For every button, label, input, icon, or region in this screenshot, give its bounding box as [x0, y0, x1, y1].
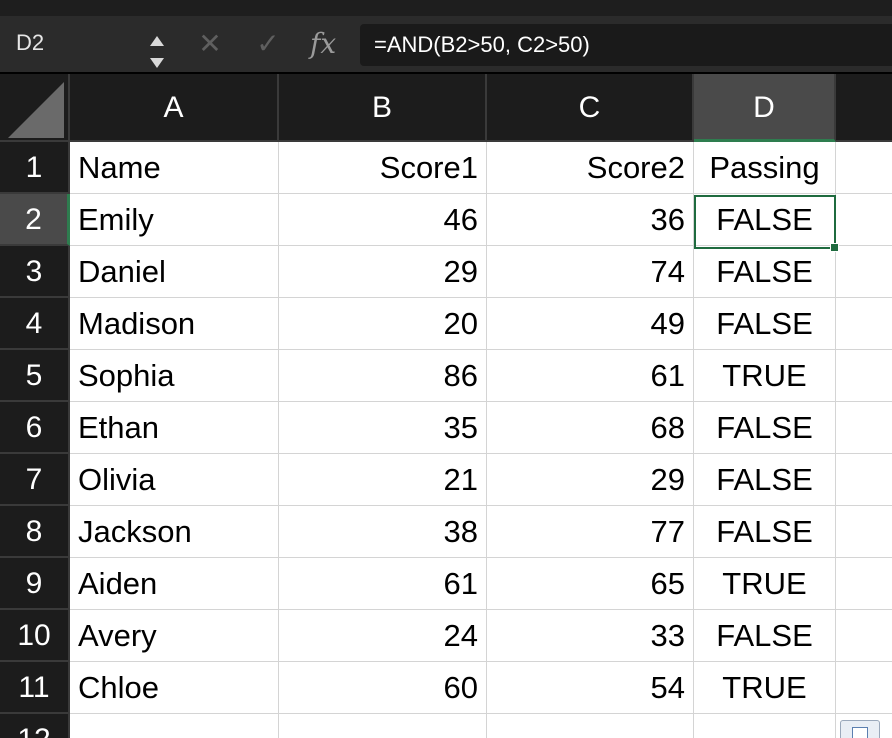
cell-d5[interactable]: TRUE: [694, 350, 836, 402]
cell-d3[interactable]: FALSE: [694, 246, 836, 298]
column-header-b[interactable]: B: [279, 74, 487, 142]
spreadsheet-grid[interactable]: ABCD 1 Name Score1 Score2 Passing 2 Emily 46 36 F…: [0, 74, 892, 738]
cell-d11[interactable]: TRUE: [694, 662, 836, 714]
chevron-down-icon[interactable]: [150, 58, 164, 68]
row-header-1[interactable]: 1: [0, 142, 70, 194]
cell-a1[interactable]: Name: [70, 142, 279, 194]
cell-e2[interactable]: [836, 194, 892, 246]
cell-c8[interactable]: 77: [487, 506, 694, 558]
cell-b4[interactable]: 20: [279, 298, 487, 350]
formula-text[interactable]: =AND(B2>50, C2>50): [374, 32, 590, 58]
cell-a9[interactable]: Aiden: [70, 558, 279, 610]
cell-d7[interactable]: FALSE: [694, 454, 836, 506]
cell-c10[interactable]: 33: [487, 610, 694, 662]
row-header-2[interactable]: 2: [0, 194, 70, 246]
cell-c7[interactable]: 29: [487, 454, 694, 506]
cell-b1[interactable]: Score1: [279, 142, 487, 194]
insert-function-button[interactable]: fx: [310, 24, 336, 64]
row-header-8[interactable]: 8: [0, 506, 70, 558]
cell-b12[interactable]: [279, 714, 487, 738]
cell-e3[interactable]: [836, 246, 892, 298]
column-header-c[interactable]: C: [487, 74, 694, 142]
enter-formula-button[interactable]: ✓: [252, 24, 284, 64]
cell-d6[interactable]: FALSE: [694, 402, 836, 454]
cell-d2[interactable]: FALSE: [694, 194, 836, 246]
cell-a3[interactable]: Daniel: [70, 246, 279, 298]
cell-a6[interactable]: Ethan: [70, 402, 279, 454]
cell-a4[interactable]: Madison: [70, 298, 279, 350]
column-header-a[interactable]: A: [70, 74, 279, 142]
cell-b5[interactable]: 86: [279, 350, 487, 402]
cell-c12[interactable]: [487, 714, 694, 738]
row-header-6[interactable]: 6: [0, 402, 70, 454]
paste-clipboard-icon: [852, 727, 868, 738]
cell-b10[interactable]: 24: [279, 610, 487, 662]
cell-d4[interactable]: FALSE: [694, 298, 836, 350]
cell-a12[interactable]: [70, 714, 279, 738]
row-header-3[interactable]: 3: [0, 246, 70, 298]
formula-input[interactable]: =AND(B2>50, C2>50): [360, 24, 892, 66]
cell-b6[interactable]: 35: [279, 402, 487, 454]
cell-b11[interactable]: 60: [279, 662, 487, 714]
cell-c9[interactable]: 65: [487, 558, 694, 610]
cancel-formula-button[interactable]: ✕: [196, 24, 224, 64]
row-header-10[interactable]: 10: [0, 610, 70, 662]
row-header-4[interactable]: 4: [0, 298, 70, 350]
cell-a10[interactable]: Avery: [70, 610, 279, 662]
column-header-e[interactable]: [836, 74, 892, 142]
cell-b3[interactable]: 29: [279, 246, 487, 298]
select-all-icon: [8, 82, 64, 138]
cell-e7[interactable]: [836, 454, 892, 506]
row-header-11[interactable]: 11: [0, 662, 70, 714]
row-header-5[interactable]: 5: [0, 350, 70, 402]
fill-handle[interactable]: [830, 243, 839, 252]
cell-c2[interactable]: 36: [487, 194, 694, 246]
window-top-strip: [0, 0, 892, 16]
name-box-stepper-icon[interactable]: [148, 36, 166, 72]
cell-d9[interactable]: TRUE: [694, 558, 836, 610]
cell-b9[interactable]: 61: [279, 558, 487, 610]
cell-e10[interactable]: [836, 610, 892, 662]
name-box[interactable]: D2: [0, 16, 176, 72]
cell-e9[interactable]: [836, 558, 892, 610]
cell-c11[interactable]: 54: [487, 662, 694, 714]
cell-d12[interactable]: [694, 714, 836, 738]
cell-d1[interactable]: Passing: [694, 142, 836, 194]
cell-a8[interactable]: Jackson: [70, 506, 279, 558]
cell-b2[interactable]: 46: [279, 194, 487, 246]
cell-a7[interactable]: Olivia: [70, 454, 279, 506]
paste-options-icon[interactable]: [840, 720, 880, 738]
cell-b7[interactable]: 21: [279, 454, 487, 506]
cell-e11[interactable]: [836, 662, 892, 714]
cell-c4[interactable]: 49: [487, 298, 694, 350]
cell-e6[interactable]: [836, 402, 892, 454]
cell-a11[interactable]: Chloe: [70, 662, 279, 714]
cell-c5[interactable]: 61: [487, 350, 694, 402]
row-header-9[interactable]: 9: [0, 558, 70, 610]
cell-d8[interactable]: FALSE: [694, 506, 836, 558]
cell-e8[interactable]: [836, 506, 892, 558]
cell-a5[interactable]: Sophia: [70, 350, 279, 402]
cell-c1[interactable]: Score2: [487, 142, 694, 194]
chevron-up-icon[interactable]: [150, 36, 164, 46]
name-box-value[interactable]: D2: [16, 30, 44, 56]
cell-e1[interactable]: [836, 142, 892, 194]
cell-e4[interactable]: [836, 298, 892, 350]
cell-c3[interactable]: 74: [487, 246, 694, 298]
cell-a2[interactable]: Emily: [70, 194, 279, 246]
row-header-7[interactable]: 7: [0, 454, 70, 506]
cell-e5[interactable]: [836, 350, 892, 402]
cell-c6[interactable]: 68: [487, 402, 694, 454]
cell-d10[interactable]: FALSE: [694, 610, 836, 662]
row-header-12[interactable]: 12: [0, 714, 70, 738]
cell-b8[interactable]: 38: [279, 506, 487, 558]
select-all-button[interactable]: [0, 74, 70, 142]
column-header-d[interactable]: D: [694, 74, 836, 142]
